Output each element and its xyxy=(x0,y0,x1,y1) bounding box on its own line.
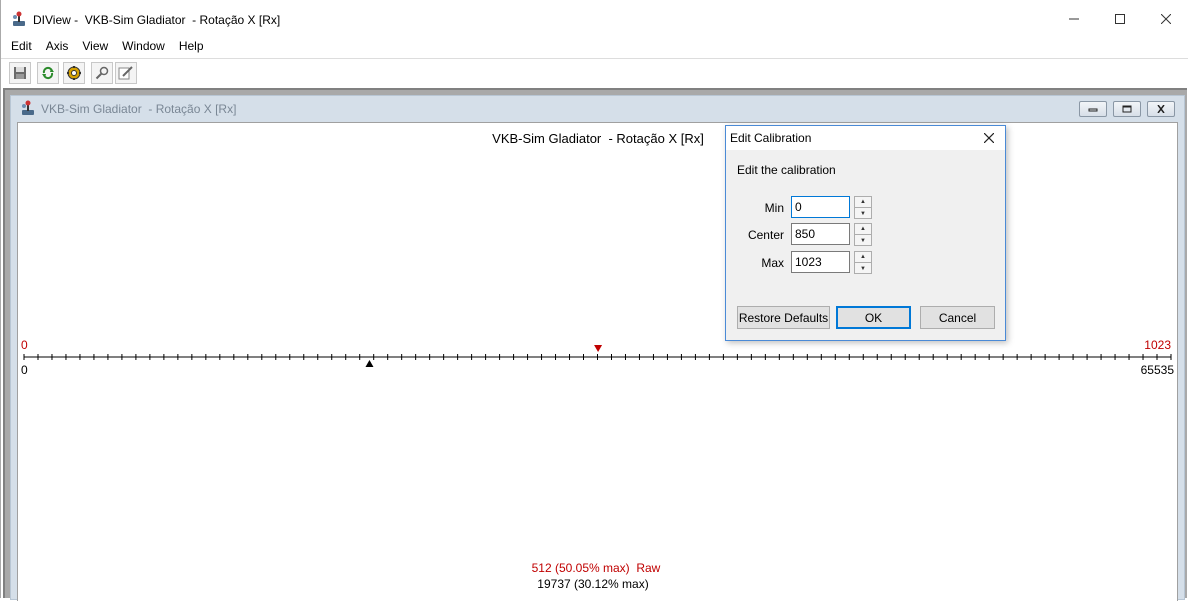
close-icon xyxy=(984,133,994,143)
center-label: Center xyxy=(747,228,784,242)
menu-help[interactable]: Help xyxy=(174,38,209,56)
dialog-subtitle: Edit the calibration xyxy=(737,163,836,177)
menu-bar: Edit Axis View Window Help xyxy=(1,38,1188,56)
diview-window: DIView - VKB-Sim Gladiator - Rotação X [… xyxy=(0,0,1188,601)
axis-child-window: VKB-Sim Gladiator - Rotação X [Rx] VKB-S… xyxy=(10,95,1185,601)
search-icon xyxy=(95,66,109,80)
center-input[interactable] xyxy=(791,223,850,245)
axis-title: VKB-Sim Gladiator - Rotação X [Rx] xyxy=(492,131,704,146)
refresh-button[interactable] xyxy=(37,62,59,84)
child-close-button[interactable] xyxy=(1147,101,1175,117)
calibrated-readout: 512 (50.05% max) Raw xyxy=(531,561,661,575)
restore-defaults-button[interactable]: Restore Defaults xyxy=(737,306,830,329)
save-button[interactable] xyxy=(9,62,31,84)
refresh-icon xyxy=(42,66,54,80)
menu-edit[interactable]: Edit xyxy=(6,38,37,56)
max-label: Max xyxy=(761,256,784,270)
spin-down-icon[interactable]: ▼ xyxy=(855,263,871,274)
dialog-close-button[interactable] xyxy=(975,126,1003,150)
edit-button[interactable] xyxy=(115,62,137,84)
spin-up-icon[interactable]: ▲ xyxy=(855,252,871,263)
minimize-icon xyxy=(1088,108,1098,112)
minimize-button[interactable] xyxy=(1051,0,1097,38)
toolbar xyxy=(1,58,1188,86)
close-icon xyxy=(1161,14,1171,24)
max-spinner[interactable]: ▲ ▼ xyxy=(854,251,872,274)
raw-readout: 19737 (30.12% max) xyxy=(537,577,649,591)
menu-window[interactable]: Window xyxy=(117,38,170,56)
child-minimize-button[interactable] xyxy=(1079,101,1107,117)
window-title: DIView - VKB-Sim Gladiator - Rotação X [… xyxy=(33,13,281,27)
center-spinner[interactable]: ▲ ▼ xyxy=(854,223,872,246)
calibrated-value-marker xyxy=(594,345,603,352)
edit-calibration-dialog: Edit Calibration Edit the calibration Mi… xyxy=(725,125,1006,341)
minimize-icon xyxy=(1069,18,1079,20)
max-input[interactable] xyxy=(791,251,850,273)
spin-up-icon[interactable]: ▲ xyxy=(855,224,871,235)
settings-button[interactable] xyxy=(63,62,85,84)
axis-scale xyxy=(23,345,1172,367)
child-restore-button[interactable] xyxy=(1113,101,1141,117)
raw-value-marker xyxy=(365,360,374,367)
search-button[interactable] xyxy=(91,62,113,84)
min-field-row: Min ▲ ▼ xyxy=(726,196,1005,220)
maximize-button[interactable] xyxy=(1097,0,1143,38)
max-field-row: Max ▲ ▼ xyxy=(726,251,1005,275)
min-spinner[interactable]: ▲ ▼ xyxy=(854,196,872,219)
cancel-button[interactable]: Cancel xyxy=(920,306,995,329)
settings-icon xyxy=(67,66,81,80)
dialog-title: Edit Calibration xyxy=(730,131,812,145)
spin-up-icon[interactable]: ▲ xyxy=(855,197,871,208)
close-button[interactable] xyxy=(1143,0,1188,38)
dialog-title-bar: Edit Calibration xyxy=(726,126,1005,150)
menu-axis[interactable]: Axis xyxy=(41,38,74,56)
app-joystick-icon xyxy=(11,11,27,27)
ok-button[interactable]: OK xyxy=(836,306,911,329)
center-field-row: Center ▲ ▼ xyxy=(726,223,1005,247)
child-joystick-icon xyxy=(20,100,36,116)
close-icon xyxy=(1157,105,1165,113)
min-label: Min xyxy=(764,201,784,215)
title-bar: DIView - VKB-Sim Gladiator - Rotação X [… xyxy=(1,0,1188,38)
menu-view[interactable]: View xyxy=(77,38,113,56)
spin-down-icon[interactable]: ▼ xyxy=(855,208,871,219)
min-input[interactable] xyxy=(791,196,850,218)
save-icon xyxy=(14,67,26,79)
spin-down-icon[interactable]: ▼ xyxy=(855,235,871,246)
restore-icon xyxy=(1122,105,1132,113)
edit-icon xyxy=(118,66,133,80)
child-window-title: VKB-Sim Gladiator - Rotação X [Rx] xyxy=(41,102,237,116)
mdi-client-area: VKB-Sim Gladiator - Rotação X [Rx] VKB-S… xyxy=(3,88,1187,601)
maximize-icon xyxy=(1115,14,1125,24)
